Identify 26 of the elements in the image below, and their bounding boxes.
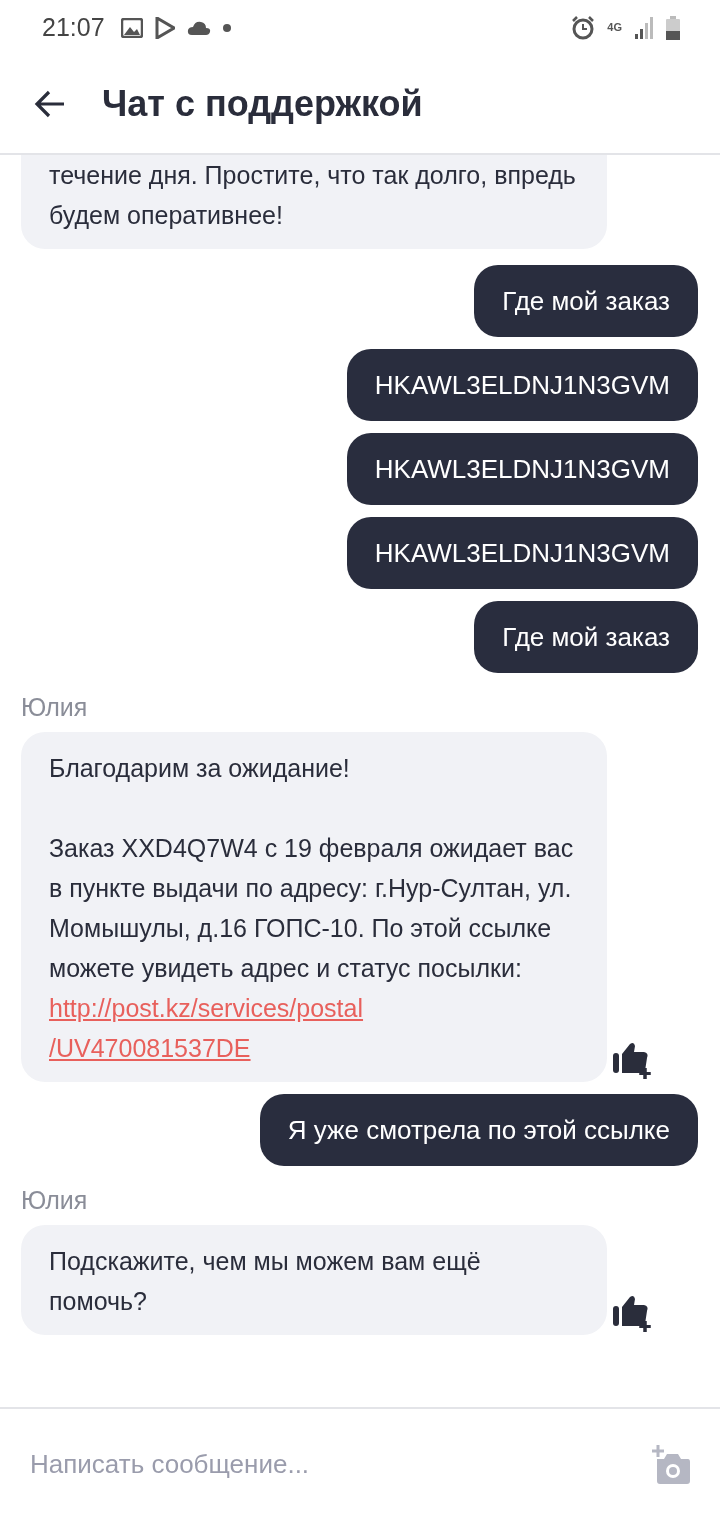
battery-icon [666,15,680,40]
status-time: 21:07 [42,13,105,42]
dot-icon [222,23,231,32]
user-message: Я уже смотрела по этой ссылке [259,1094,698,1166]
back-button[interactable] [34,90,66,118]
user-message: HKAWL3ELDNJ1N3GVM [346,349,698,421]
image-icon [120,17,143,38]
message-text: течение дня. Простите, что так долго, впредь будем оперативнее! [49,160,577,231]
network-type: 4G [607,22,622,33]
like-button[interactable] [611,1293,653,1333]
like-button[interactable] [611,1040,653,1080]
user-message: Где мой заказ [474,601,698,673]
user-message: Где мой заказ [474,265,698,337]
play-store-icon [154,16,175,39]
cloud-icon [186,20,211,35]
message-text: Благодарим за ожидание! [49,753,351,784]
sender-name: Юлия [21,1186,89,1215]
alarm-icon [571,15,596,40]
message-text: Заказ XXD4Q7W4 с 19 февраля ожидает вас в пункте выдачи по адресу: г.Нур-Султан, ул. Момышулы, д.16 ГОПС-10. По этой ссылке можете увидеть адрес и статус посылки: [49,833,575,984]
user-message: HKAWL3ELDNJ1N3GVM [346,433,698,505]
signal-icon [634,16,654,39]
chat-title: Чат с поддержкой [102,83,423,125]
user-message: HKAWL3ELDNJ1N3GVM [346,517,698,589]
sender-name: Юлия [21,693,89,722]
tracking-link[interactable]: http://post.kz/services/postal /UV470081537DE [49,988,364,1068]
message-text: Подскажите, чем мы можем вам ещё помочь? [49,1246,482,1317]
